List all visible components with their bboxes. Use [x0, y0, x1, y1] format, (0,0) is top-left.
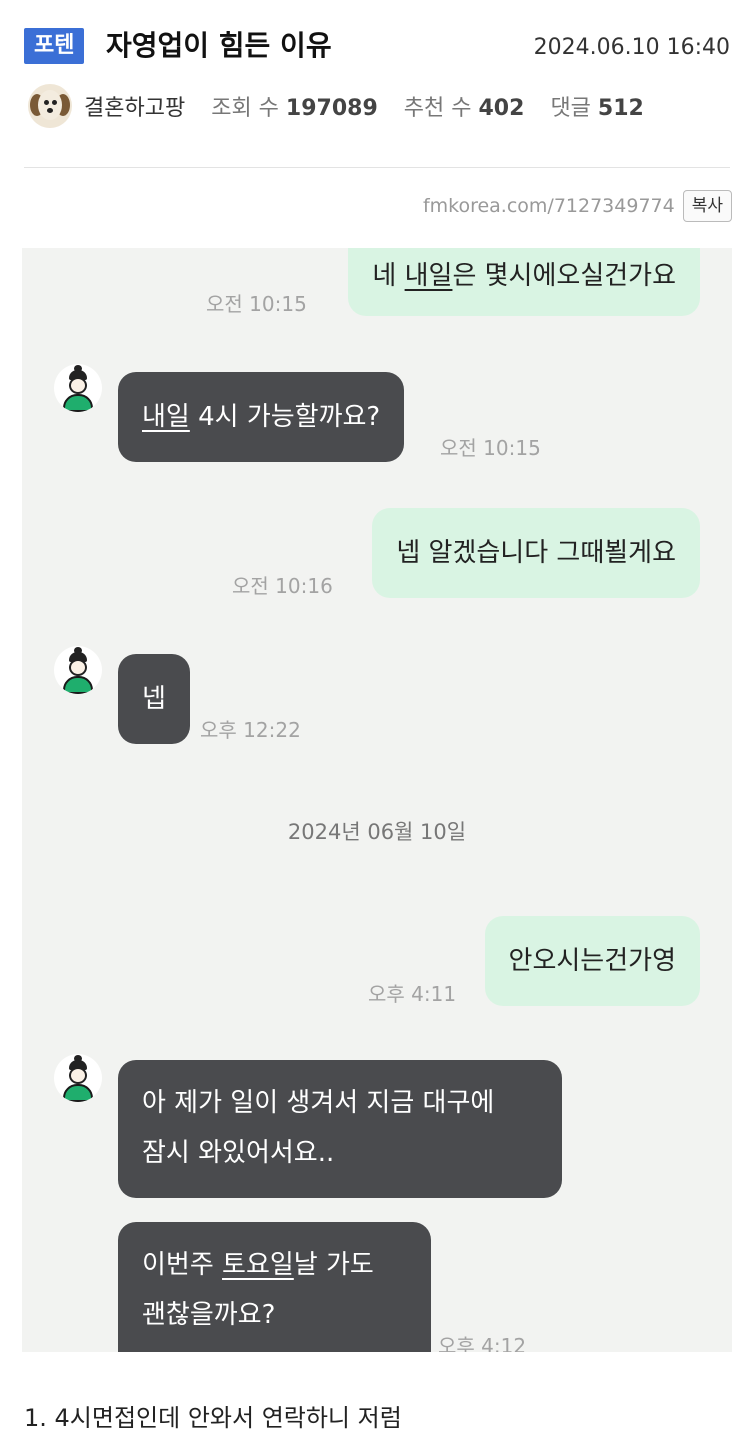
message-bubble-received: 이번주 토요일날 가도 괜찮을까요?: [118, 1222, 431, 1352]
avatar-body: [63, 676, 93, 694]
message-text: 날 가도: [293, 1250, 374, 1280]
avatar-head: [69, 659, 87, 676]
message-text: 은 몇시에오실건가요: [452, 261, 676, 291]
date-separator: 2024년 06월 10일: [287, 820, 467, 844]
avatar-body: [63, 394, 93, 412]
message-bubble-sent: 넵 알겠습니다 그때뵐게요: [372, 508, 700, 598]
message-text: 4시 가능할까요?: [189, 402, 381, 432]
like-count-value: 402: [478, 96, 525, 121]
view-count-label: 조회 수: [211, 96, 279, 121]
post-title: 자영업이 힘든 이유: [106, 29, 332, 62]
message-line: 잠시 와있어서요..: [142, 1138, 335, 1168]
message-text: 이번주: [142, 1250, 223, 1280]
message-bubble-sent: 안오시는건가영: [484, 916, 700, 1006]
like-count: 추천 수 402: [404, 90, 525, 122]
sender-avatar-icon[interactable]: [54, 646, 102, 694]
sender-avatar-icon[interactable]: [54, 1054, 102, 1102]
message-bubble-received: 아 제가 일이 생겨서 지금 대구에 잠시 와있어서요..: [118, 1060, 562, 1198]
avatar-eye-left: [44, 100, 49, 105]
post-meta: 결혼하고팡 조회 수 197089 추천 수 402 댓글 512: [28, 84, 730, 128]
message-line: 괜찮을까요?: [142, 1300, 276, 1330]
avatar-face: [38, 90, 62, 120]
sender-avatar-icon[interactable]: [54, 364, 102, 412]
avatar-head: [69, 1067, 87, 1084]
like-count-label: 추천 수: [403, 96, 472, 121]
message-text-underlined: 토요일: [222, 1250, 294, 1280]
message-time: 오후 12:22: [200, 718, 301, 742]
message-bubble-received: 넵: [118, 654, 190, 744]
view-count-value: 197089: [285, 96, 378, 121]
comment-count: 댓글 512: [550, 90, 643, 122]
message-text: 네: [372, 261, 405, 291]
message-line: 아 제가 일이 생겨서 지금 대구에: [142, 1088, 495, 1118]
comment-count-value: 512: [597, 96, 644, 121]
category-badge[interactable]: 포텐: [24, 28, 85, 64]
view-count: 조회 수 197089: [211, 90, 378, 122]
comment-count-label: 댓글: [550, 96, 591, 121]
message-line: 이번주 토요일날 가도: [142, 1240, 407, 1290]
header-divider: [24, 167, 730, 168]
copy-url-button[interactable]: 복사: [682, 190, 732, 222]
message-time: 오후 4:12: [438, 1334, 527, 1352]
message-time: 오전 10:16: [232, 574, 333, 598]
avatar-eye-right: [52, 100, 57, 105]
message-text-underlined: 내일: [142, 402, 190, 432]
avatar-head: [69, 377, 87, 394]
message-bubble-received: 내일 4시 가능할까요?: [118, 372, 405, 462]
post-header: 포텐 자영업이 힘든 이유 2024.06.10 16:40: [24, 28, 730, 68]
author-name[interactable]: 결혼하고팡: [84, 90, 185, 122]
avatar-body: [63, 1084, 93, 1102]
message-time: 오전 10:15: [440, 436, 541, 460]
avatar-nose: [47, 108, 53, 113]
author-avatar[interactable]: [28, 84, 72, 128]
message-bubble-sent: 네 내일은 몇시에오실건가요: [348, 248, 700, 316]
chat-screenshot: 네 내일은 몇시에오실건가요 오전 10:15 내일 4시 가능할까요? 오전 …: [22, 248, 732, 1352]
message-time: 오후 4:11: [368, 982, 457, 1006]
post-datetime: 2024.06.10 16:40: [533, 35, 730, 60]
post-url[interactable]: fmkorea.com/7127349774: [423, 195, 675, 217]
url-row: fmkorea.com/7127349774 복사: [423, 190, 732, 222]
message-text-underlined: 내일: [404, 261, 453, 291]
post-body-caption: 1. 4시면접인데 안와서 연락하니 저럼: [24, 1404, 402, 1432]
message-time: 오전 10:15: [206, 292, 307, 316]
